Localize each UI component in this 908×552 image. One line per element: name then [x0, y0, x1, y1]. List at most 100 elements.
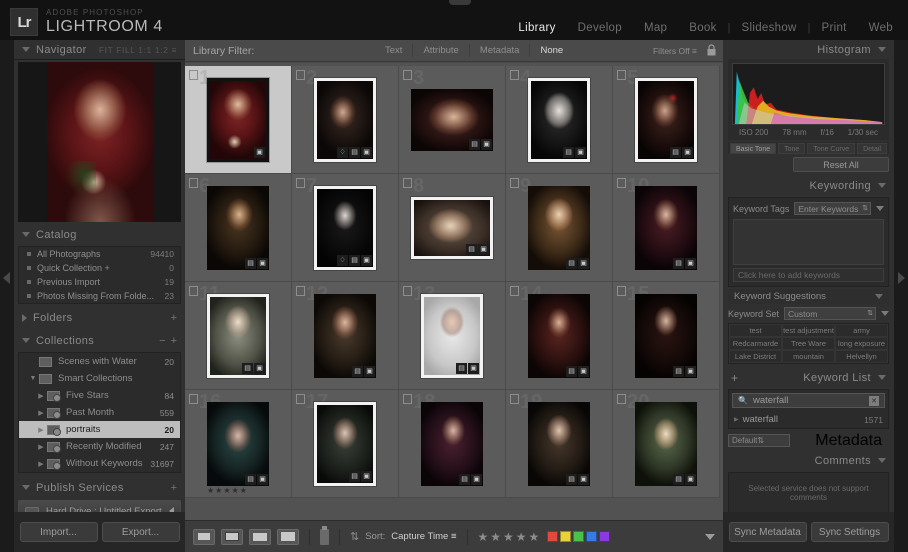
flag-icon[interactable]	[510, 178, 519, 188]
add-collection-button[interactable]: +	[171, 335, 177, 347]
thumbnail-badges[interactable]: ▣	[253, 146, 266, 159]
thumbnail-cell[interactable]: 16▤▣★★★★★	[185, 390, 292, 498]
badge-icon[interactable]: ▣	[257, 473, 268, 485]
badge-icon[interactable]: ▤	[469, 138, 480, 150]
thumbnail-image[interactable]: ▤ ▣	[635, 401, 697, 486]
thumbnail-cell[interactable]: 8 ▤ ▣	[399, 174, 506, 282]
keyword-list-header[interactable]: + Keyword List	[723, 368, 894, 387]
flag-icon[interactable]	[296, 70, 305, 80]
badge-icon[interactable]: ▤	[352, 365, 363, 377]
thumbnail-grid[interactable]: 1▣2♢▤▣3▤▣4▤▣5▤▣6▤▣7♢▤▣8▤▣9▤▣10▤▣11▤▣12▤▣…	[185, 63, 723, 520]
collections-list[interactable]: Scenes with Water 20 ▼ Smart Collections ▶ Fi…	[18, 352, 181, 473]
catalog-row[interactable]: All Photographs 94410	[19, 247, 180, 261]
collection-row[interactable]: Scenes with Water 20	[19, 353, 180, 370]
disclosure-triangle-icon[interactable]: ▶	[35, 392, 47, 400]
catalog-row[interactable]: Photos Missing From Folde... 23	[19, 289, 180, 303]
comments-header[interactable]: Comments	[723, 451, 894, 470]
module-develop[interactable]: Develop	[567, 22, 633, 34]
chevron-down-icon[interactable]	[876, 206, 884, 211]
badge-icon[interactable]: ▣	[578, 473, 589, 485]
badge-icon[interactable]: ▣	[575, 146, 586, 158]
thumbnail-badges[interactable]: ▤ ▣	[241, 362, 266, 375]
flag-icon[interactable]	[617, 70, 626, 80]
badge-icon[interactable]: ▤	[566, 473, 577, 485]
disclosure-triangle-icon[interactable]: ▶	[35, 443, 47, 451]
thumbnail-badges[interactable]: ▤ ▣	[244, 257, 269, 270]
thumbnail-badges[interactable]: ▤ ▣	[244, 473, 269, 486]
thumbnail-badges[interactable]: ▤ ▣	[565, 257, 590, 270]
badge-icon[interactable]: ▤	[245, 257, 256, 269]
thumbnail-cell[interactable]: 6 ▤ ▣	[185, 174, 292, 282]
thumbnail-cell[interactable]: 12▤▣	[292, 282, 399, 390]
thumbnail-image[interactable]: ▤ ▣	[207, 185, 269, 270]
chevron-down-icon[interactable]	[22, 485, 30, 490]
thumbnail-cell[interactable]: 9 ▤ ▣	[506, 174, 613, 282]
library-filter-bar[interactable]: Library Filter: Text Attribute Metadata Non…	[185, 40, 723, 62]
flag-icon[interactable]	[189, 178, 198, 188]
add-publish-service-button[interactable]: +	[171, 482, 177, 494]
disclosure-triangle-icon[interactable]: ▶	[35, 460, 47, 468]
color-label-swatch[interactable]	[586, 531, 598, 542]
badge-icon[interactable]: ▤	[566, 365, 577, 377]
thumbnail-badges[interactable]: ▤ ▣	[455, 362, 480, 375]
catalog-list[interactable]: All Photographs 94410 Quick Collection + 0 P…	[18, 246, 181, 304]
badge-icon[interactable]: ▣	[578, 365, 589, 377]
zoom-1-2[interactable]: 1:2	[155, 45, 169, 55]
badge-icon[interactable]: ▣	[578, 257, 589, 269]
histogram-tab[interactable]: Basic Tone	[729, 142, 777, 154]
keyword-set-select[interactable]: Custom ⇅	[784, 307, 876, 320]
thumbnail-image[interactable]: ▤ ▣	[635, 77, 697, 162]
sync-metadata-button[interactable]: Sync Metadata	[728, 522, 807, 542]
disclosure-triangle-icon[interactable]: ▶	[734, 416, 739, 423]
add-keywords-input[interactable]: Click here to add keywords	[733, 268, 884, 282]
thumbnail-badges[interactable]: ▤ ▣	[468, 138, 493, 151]
flag-icon[interactable]	[296, 178, 305, 188]
chevron-down-icon[interactable]	[878, 375, 886, 380]
badge-icon[interactable]: ▤	[459, 473, 470, 485]
navigator-header[interactable]: Navigator FIT FILL 1:1 1:2 ≡	[14, 40, 185, 59]
thumbnail-badges[interactable]: ▤ ▣	[348, 470, 373, 483]
keyword-set-cell[interactable]: test adjustment	[782, 324, 835, 337]
thumbnail-image[interactable]: ▤ ▣	[421, 293, 483, 378]
grid-view-icon[interactable]	[193, 528, 215, 545]
badge-icon[interactable]: ♢	[337, 254, 348, 266]
badge-icon[interactable]: ▤	[349, 470, 360, 482]
zoom-stepper-icon[interactable]: ≡	[171, 45, 177, 55]
badge-icon[interactable]: ▣	[361, 254, 372, 266]
keyword-set-grid[interactable]: test test adjustment army Redcarmarde Tree W…	[728, 323, 889, 364]
thumbnail-image[interactable]: ▤ ▣	[411, 88, 493, 151]
badge-icon[interactable]: ▤	[349, 146, 360, 158]
metadata-preset-select[interactable]: Default ⇅	[728, 434, 790, 447]
flag-icon[interactable]	[510, 394, 519, 404]
zoom-fit[interactable]: FIT	[99, 45, 113, 55]
badge-icon[interactable]: ▣	[254, 362, 265, 374]
histogram-tab[interactable]: Tone Curve	[807, 142, 856, 154]
thumbnail-badges[interactable]: ▤ ▣	[565, 473, 590, 486]
badge-icon[interactable]: ▣	[685, 257, 696, 269]
sync-settings-button[interactable]: Sync Settings	[810, 522, 889, 542]
badge-icon[interactable]: ▣	[471, 473, 482, 485]
filter-metadata[interactable]: Metadata	[468, 44, 530, 57]
thumbnail-cell[interactable]: 3 ▤ ▣	[399, 66, 506, 174]
color-label-swatch[interactable]	[599, 531, 611, 542]
collection-row[interactable]: ▶ Recently Modified 247	[19, 438, 180, 455]
thumbnail-badges[interactable]: ▤ ▣	[458, 473, 483, 486]
right-collapse-arrow-icon[interactable]	[898, 272, 905, 284]
chevron-down-icon[interactable]	[878, 183, 886, 188]
thumbnail-cell[interactable]: 1 ▣	[185, 66, 292, 174]
thumbnail-image[interactable]: ▤ ▣	[314, 293, 376, 378]
badge-icon[interactable]: ▣	[468, 362, 479, 374]
chevron-down-icon[interactable]	[881, 311, 889, 316]
keyword-set-cell[interactable]: Tree Ware	[782, 337, 835, 350]
badge-icon[interactable]: ▣	[361, 470, 372, 482]
flag-icon[interactable]	[189, 394, 198, 404]
thumbnail-image[interactable]: ▤ ▣	[635, 293, 697, 378]
thumbnail-cell[interactable]: 17▤▣	[292, 390, 399, 498]
keywording-header[interactable]: Keywording	[723, 176, 894, 195]
badge-icon[interactable]: ▤	[673, 257, 684, 269]
disclosure-triangle-icon[interactable]: ▶	[35, 426, 47, 434]
remove-collection-button[interactable]: −	[159, 335, 165, 347]
reset-all-button[interactable]: Reset All	[793, 157, 889, 172]
disclosure-triangle-icon[interactable]: ▼	[27, 375, 39, 382]
histogram-tabs[interactable]: Basic Tone Tone Tone Curve Detail	[728, 142, 889, 154]
